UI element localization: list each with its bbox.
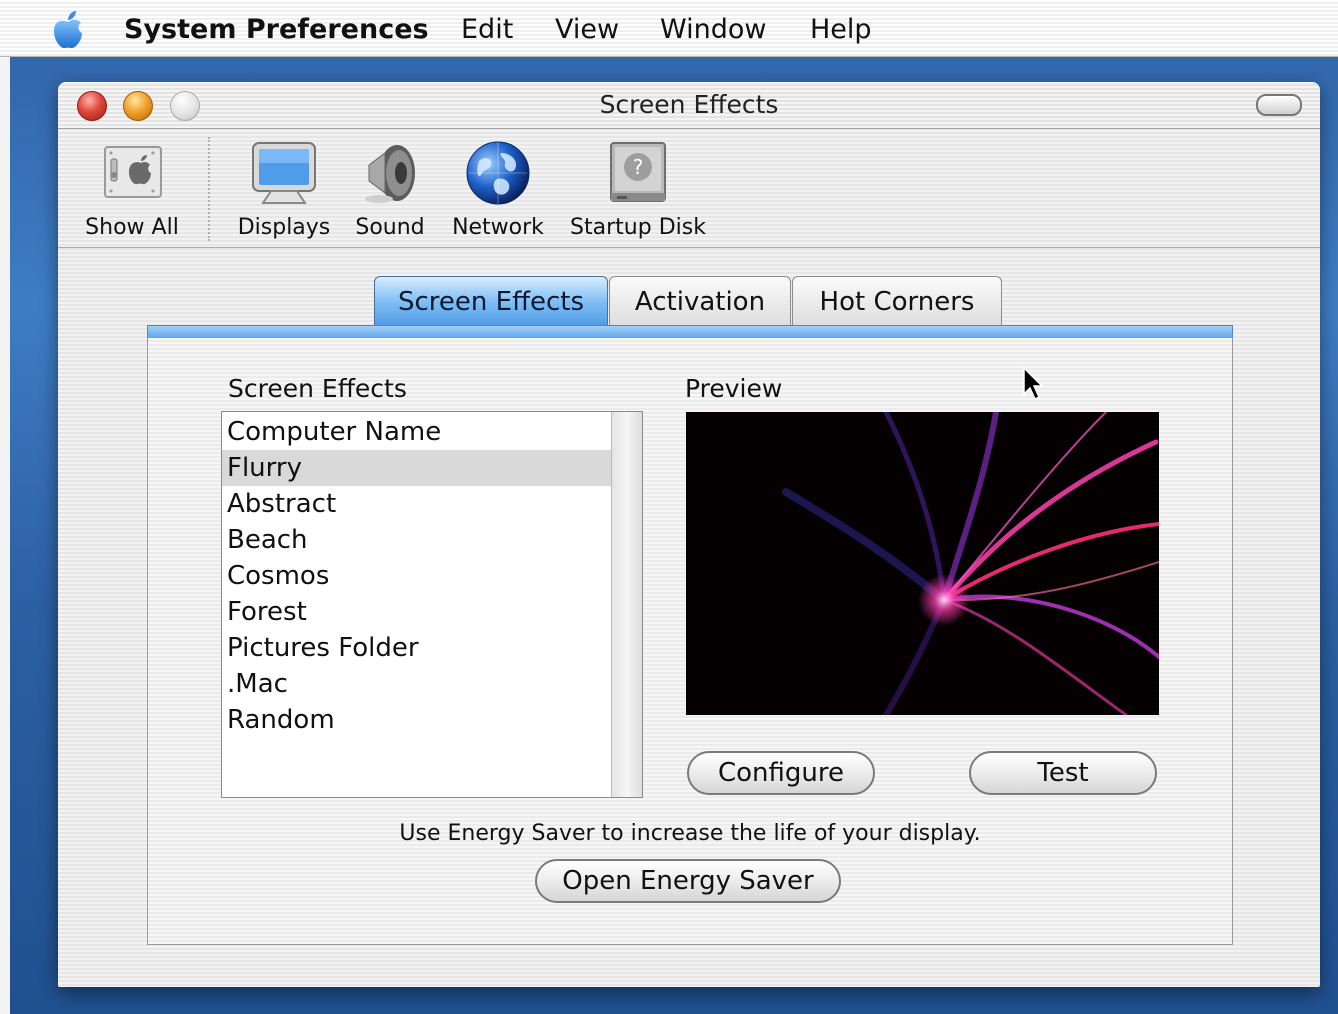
toolbar-show-all[interactable]: Show All [80,139,184,240]
screen-effects-list[interactable]: Computer Name Flurry Abstract Beach Cosmos Fo… [221,411,643,798]
toolbar-network[interactable]: Network [446,139,550,240]
screen-effects-list-items: Computer Name Flurry Abstract Beach Cosmos Fo… [222,414,612,738]
apple-logo-icon[interactable] [50,10,86,50]
list-item[interactable]: Computer Name [222,414,612,450]
toolbar-startup-disk[interactable]: ? Startup Disk [566,139,710,240]
list-item[interactable]: Beach [222,522,612,558]
preview-label: Preview [685,374,783,403]
tab-content-panel: Screen Effects Preview Computer Name Flur… [147,338,1233,945]
open-energy-saver-button[interactable]: Open Energy Saver [535,859,841,903]
title-bar[interactable]: Screen Effects [58,82,1320,129]
list-item[interactable]: Pictures Folder [222,630,612,666]
configure-button[interactable]: Configure [687,751,875,795]
list-item[interactable]: Forest [222,594,612,630]
test-button[interactable]: Test [969,751,1157,795]
toolbar-displays-label: Displays [237,215,331,240]
toolbar-sound[interactable]: Sound [348,139,432,240]
toolbar-network-label: Network [452,215,544,240]
list-item[interactable]: Abstract [222,486,612,522]
toolbar-show-all-label: Show All [85,215,179,240]
toolbar-displays[interactable]: Displays [232,139,336,240]
list-item[interactable]: .Mac [222,666,612,702]
toolbar-startup-disk-label: Startup Disk [570,215,706,240]
toolbar: Show All Displays Sound Network ? Startu… [58,129,1320,248]
toolbar-toggle-button[interactable] [1256,94,1302,116]
desktop-edge [0,0,10,1014]
menu-view[interactable]: View [555,14,619,45]
speaker-icon [365,145,415,203]
list-item[interactable]: Cosmos [222,558,612,594]
menu-window[interactable]: Window [660,14,766,45]
tab-activation[interactable]: Activation [609,276,791,327]
list-item[interactable]: Flurry [222,450,612,486]
flurry-preview-graphic [782,412,1159,715]
list-item[interactable]: Random [222,702,612,738]
tab-screen-effects[interactable]: Screen Effects [374,276,608,327]
preferences-window: Screen Effects Show All Displays Sound N… [58,82,1320,987]
display-icon [252,142,316,204]
menu-app-name[interactable]: System Preferences [124,14,429,45]
svg-text:?: ? [633,155,644,179]
energy-saver-hint: Use Energy Saver to increase the life of… [399,821,981,846]
screen-effects-list-label: Screen Effects [228,374,407,403]
tab-strip [147,325,1233,338]
globe-icon [466,141,530,205]
menubar: System Preferences Edit View Window Help [0,0,1338,57]
mouse-pointer-icon [1023,366,1044,401]
toolbar-sound-label: Sound [355,215,425,240]
toolbar-separator [208,137,210,241]
menu-edit[interactable]: Edit [461,14,513,45]
tab-hot-corners[interactable]: Hot Corners [792,276,1002,327]
list-scrollbar[interactable] [611,412,642,797]
show-all-icon [104,146,162,198]
menu-help[interactable]: Help [810,14,872,45]
hard-disk-icon: ? [610,142,666,202]
preview-area [686,412,1159,715]
window-title: Screen Effects [599,90,779,119]
